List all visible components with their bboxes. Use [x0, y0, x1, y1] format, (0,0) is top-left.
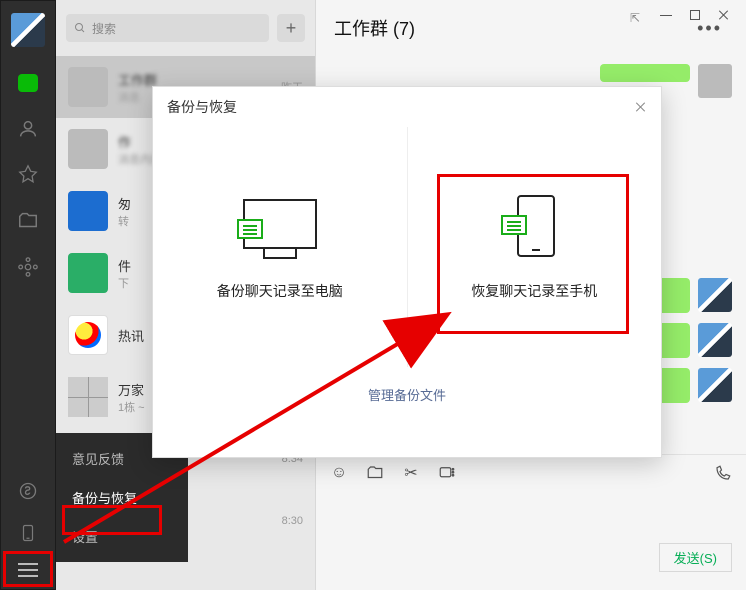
files-tab-icon[interactable]: [16, 209, 40, 233]
left-nav: [0, 0, 56, 590]
manage-backups-link[interactable]: 管理备份文件: [368, 388, 446, 403]
menu-icon[interactable]: [18, 563, 38, 577]
message-avatar[interactable]: [698, 368, 732, 402]
close-icon[interactable]: [718, 9, 730, 21]
backup-to-pc-option[interactable]: 备份聊天记录至电脑: [153, 127, 407, 367]
chat-title: 工作群 (7): [334, 15, 415, 41]
restore-to-phone-option[interactable]: 恢复聊天记录至手机: [407, 127, 662, 367]
favorites-tab-icon[interactable]: [16, 163, 40, 187]
input-toolbar: ☺ ✂: [316, 454, 746, 490]
chat-avatar: [68, 129, 108, 169]
computer-icon: [233, 193, 327, 263]
attach-file-icon[interactable]: [366, 464, 384, 482]
backup-to-pc-label: 备份聊天记录至电脑: [217, 281, 343, 301]
call-icon[interactable]: [714, 464, 732, 482]
chat-tab-icon[interactable]: [16, 71, 40, 95]
chat-avatar: [68, 377, 108, 417]
chat-avatar: [68, 253, 108, 293]
moments-tab-icon[interactable]: [16, 255, 40, 279]
phone-icon[interactable]: [16, 521, 40, 545]
message-avatar[interactable]: [698, 323, 732, 357]
search-input[interactable]: 搜索: [66, 14, 269, 42]
mini-program-icon[interactable]: [16, 479, 40, 503]
phone-restore-icon: [487, 193, 581, 263]
pin-icon[interactable]: [630, 9, 642, 21]
menu-settings[interactable]: 设置: [56, 517, 188, 556]
history-icon[interactable]: [438, 464, 456, 482]
restore-to-phone-label: 恢复聊天记录至手机: [471, 281, 597, 301]
chat-avatar: [68, 67, 108, 107]
send-button[interactable]: 发送(S): [659, 543, 732, 572]
dialog-close-icon[interactable]: [635, 101, 647, 113]
emoji-icon[interactable]: ☺: [330, 464, 348, 482]
dialog-title: 备份与恢复: [167, 97, 237, 117]
backup-restore-dialog: 备份与恢复 备份聊天记录至电脑 恢复聊天记录至手机 管理备份文件: [152, 86, 662, 458]
menu-backup-restore[interactable]: 备份与恢复: [56, 478, 188, 517]
chat-avatar: [68, 191, 108, 231]
minimize-icon[interactable]: [660, 15, 672, 16]
contacts-tab-icon[interactable]: [16, 117, 40, 141]
message-avatar[interactable]: [698, 278, 732, 312]
new-chat-button[interactable]: +: [277, 14, 305, 42]
user-avatar[interactable]: [11, 13, 45, 47]
chat-avatar: [68, 315, 108, 355]
maximize-icon[interactable]: [690, 10, 700, 20]
screenshot-icon[interactable]: ✂: [402, 464, 420, 482]
search-placeholder: 搜索: [92, 20, 116, 37]
